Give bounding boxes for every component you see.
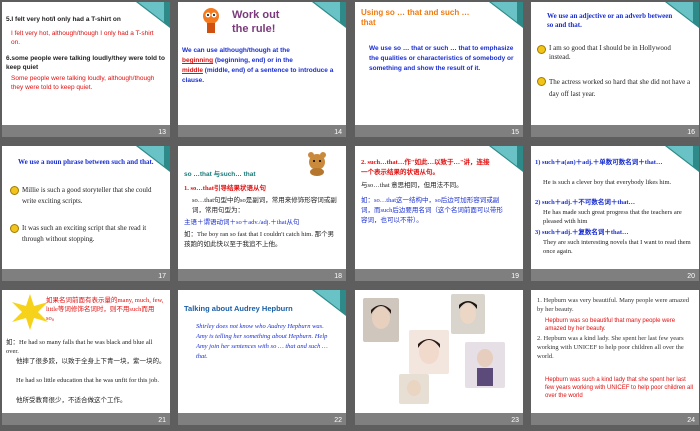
slide-thumbnail-24[interactable]: 1. Hepburn was very beautiful. Many peop…: [531, 290, 699, 425]
slide-text: It was such an exciting script that she …: [22, 224, 147, 243]
slide-footer: 19: [355, 269, 523, 281]
slide-title: Talking about Audrey Hepburn: [184, 304, 293, 313]
slide-footer: 14: [178, 125, 346, 137]
portrait-photo: [465, 342, 505, 388]
corner-decoration-inner: [491, 2, 517, 22]
slide-text: We use an adjective or an adverb between…: [547, 12, 673, 29]
slide-text: (middle, end) of a sentence to introduce…: [182, 67, 334, 84]
slide-text: 1. so…that引导结果状语从句: [184, 185, 266, 192]
slide-footer: 17: [2, 269, 170, 281]
portrait-photo: [451, 294, 485, 334]
slide-footer: 20: [531, 269, 699, 281]
slide-title: Using so … that and such … that: [361, 8, 470, 27]
slide-text: 1. Hepburn was very beautiful. Many peop…: [537, 297, 689, 313]
answer-blank: beginning: [182, 57, 214, 64]
slide-thumbnail-22[interactable]: Talking about Audrey Hepburn Shirley doe…: [178, 290, 346, 425]
slide-text: Hepburn was so beautiful that many peopl…: [545, 318, 676, 332]
teddy-bear-icon: [306, 152, 328, 176]
slide-text: 如：He had so many falls that he was black…: [6, 339, 153, 355]
slide-number: 21: [158, 417, 166, 424]
slide-number: 23: [511, 417, 519, 424]
slide-thumbnail-15[interactable]: Using so … that and such … that We use s…: [355, 2, 523, 137]
slide-text: 他摔了很多跤，以致于全身上下青一块，紫一块的。: [16, 358, 166, 365]
slide-number: 16: [687, 129, 695, 136]
slide-number: 18: [334, 273, 342, 280]
corner-decoration-inner: [314, 290, 340, 310]
slide-text: He has made such great progress that the…: [543, 209, 682, 225]
portrait-photo: [409, 330, 449, 374]
slide-footer: 21: [2, 413, 170, 425]
smiley-icon: [537, 77, 546, 86]
slide-body: We can use although/though at the beginn…: [182, 46, 342, 86]
smiley-icon: [537, 45, 546, 54]
slide-number: 17: [158, 273, 166, 280]
slide-number: 20: [687, 273, 695, 280]
slide-thumbnail-13[interactable]: 5.I felt very hot/I only had a T-shirt o…: [2, 2, 170, 137]
slide-text: 2) such＋adj.＋不可数名词＋that…: [535, 199, 636, 206]
slide-text: 他所受教育很少，不适合做这个工作。: [16, 397, 127, 404]
slide-title: so …that 与such… that: [184, 171, 256, 178]
slide-text: He is such a clever boy that everybody l…: [543, 179, 672, 186]
slide-thumbnail-20[interactable]: 1) such＋a(an)＋adj.＋单数可数名词＋that… He is su…: [531, 146, 699, 281]
slide-text: 5.I felt very hot/I only had a T-shirt o…: [6, 16, 121, 23]
slide-number: 15: [511, 129, 519, 136]
slide-footer: 23: [355, 413, 523, 425]
corner-decoration-inner: [667, 146, 693, 166]
slide-text: They are such interesting novels that I …: [543, 239, 691, 255]
slide-footer: 24: [531, 413, 699, 425]
slide-text: We use a noun phrase between such and th…: [18, 158, 154, 166]
slide-text: 如：The boy ran so fast that I couldn't ca…: [184, 231, 335, 248]
slide-thumbnail-14[interactable]: Work out the rule! We can use although/t…: [178, 2, 346, 137]
slide-text: 2. Hepburn was a kind lady. She spent he…: [537, 335, 684, 360]
slide-number: 13: [158, 129, 166, 136]
slide-footer: 22: [178, 413, 346, 425]
slide-body: We use so … that or such … that to empha…: [369, 45, 514, 72]
slide-thumbnail-21[interactable]: 如果名词前面有表示量的many, much, few, little等词修饰名词…: [2, 290, 170, 425]
slide-title: Work out the rule!: [232, 9, 280, 35]
slide-text: (beginning, end) or in the: [214, 57, 293, 64]
portrait-photo: [399, 374, 429, 404]
slide-number: 19: [511, 273, 519, 280]
slide-text: 6.some people were talking loudly/they w…: [6, 55, 165, 71]
slide-body: Shirley does not know who Audrey Hepburn…: [196, 323, 328, 360]
slide-thumbnail-17[interactable]: We use a noun phrase between such and th…: [2, 146, 170, 281]
slide-text: We can use although/though at the: [182, 47, 290, 54]
slide-text: Millie is such a good storyteller that s…: [22, 186, 152, 205]
slide-text: He had so little education that he was u…: [16, 377, 159, 384]
slide-text: 如：so…that这一结构中，so后边可加形容词或副词，而such后边要用名词（…: [361, 197, 503, 224]
slide-thumbnail-18[interactable]: so …that 与such… that 1. so…that引导结果状语从句 …: [178, 146, 346, 281]
slide-footer: 16: [531, 125, 699, 137]
slide-text: 如果名词前面有表示量的many, much, few, little等词修饰名词…: [46, 297, 164, 322]
answer-blank: middle: [182, 67, 203, 74]
slide-text: 2. such…that…作"如此…以致于…"讲，连接一个表示结果的状语从句。: [361, 159, 490, 176]
slide-footer: 15: [355, 125, 523, 137]
slide-number: 22: [334, 417, 342, 424]
slide-text: 1) such＋a(an)＋adj.＋单数可数名词＋that…: [535, 159, 663, 166]
slide-text: so…that句型中的so是副词，常用来修饰形容词或副词，常用句型为：: [192, 197, 337, 214]
cartoon-character-icon: [200, 6, 222, 36]
slide-number: 24: [687, 417, 695, 424]
slide-thumbnail-23[interactable]: 23: [355, 290, 523, 425]
starburst-icon: [10, 294, 50, 330]
slide-text: I felt very hot, although/though I only …: [11, 30, 154, 46]
slide-text: 主语＋谓语动词＋so＋adv./adj.＋that从句: [184, 219, 300, 226]
slide-number: 14: [334, 129, 342, 136]
corner-decoration-inner: [314, 2, 340, 22]
slide-thumbnail-19[interactable]: 2. such…that…作"如此…以致于…"讲，连接一个表示结果的状语从句。 …: [355, 146, 523, 281]
slide-text: The actress worked so hard that she did …: [549, 78, 691, 98]
slide-text: 与so…that 意思相同，但用法不同。: [361, 182, 463, 189]
slide-text: Hepburn was such a kind lady that she sp…: [545, 377, 694, 399]
portrait-photo: [363, 298, 399, 342]
slide-footer: 13: [2, 125, 170, 137]
smiley-icon: [10, 224, 19, 233]
smiley-icon: [10, 186, 19, 195]
slide-thumbnail-16[interactable]: We use an adjective or an adverb between…: [531, 2, 699, 137]
slide-text: 3) such＋adj.＋复数名词＋that…: [535, 229, 629, 236]
slide-text: Some people were talking loudly, althoug…: [11, 75, 155, 91]
slide-text: I am so good that I should be in Hollywo…: [549, 44, 671, 61]
corner-decoration-inner: [491, 146, 517, 166]
slide-footer: 18: [178, 269, 346, 281]
